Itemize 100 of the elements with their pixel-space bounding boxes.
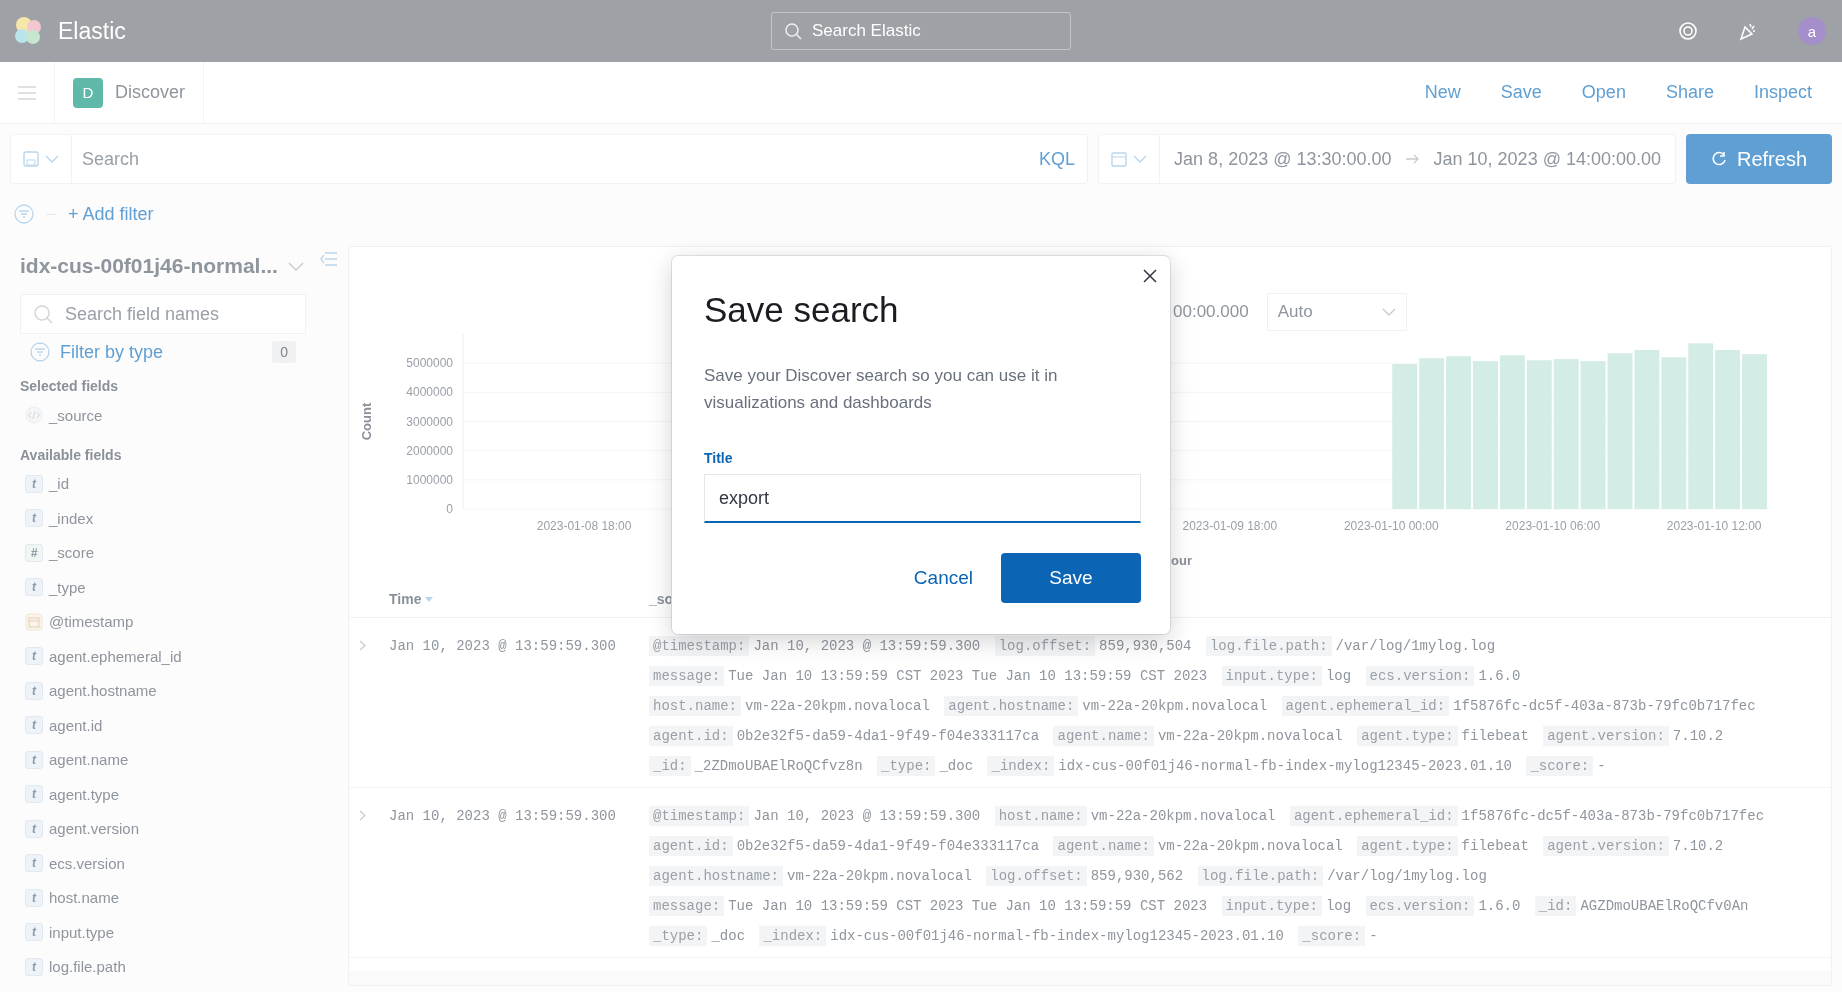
- histogram-bar[interactable]: [1392, 364, 1418, 509]
- field-key: ecs.version:: [1365, 896, 1475, 916]
- y-tick-label: 3000000: [406, 414, 453, 429]
- field-value: /var/log/1mylog.log: [1327, 868, 1487, 884]
- histogram-bar[interactable]: [1580, 361, 1606, 509]
- menu-icon[interactable]: [18, 85, 36, 100]
- caret-icon: [45, 155, 59, 163]
- save-button[interactable]: Save: [1001, 553, 1141, 603]
- field-name[interactable]: agent.type: [49, 785, 120, 803]
- help-icon[interactable]: [1678, 21, 1698, 41]
- calendar-icon: [1111, 151, 1128, 167]
- y-tick-label: 2000000: [406, 443, 453, 458]
- histogram-bar[interactable]: [1446, 356, 1471, 509]
- field-value: _doc: [711, 928, 746, 944]
- field-name[interactable]: _index: [49, 509, 94, 527]
- refresh-button[interactable]: Refresh: [1686, 134, 1832, 184]
- field-name[interactable]: _id: [49, 475, 70, 493]
- histogram-bar[interactable]: [1715, 350, 1741, 509]
- field-type-icon: t: [25, 474, 43, 493]
- end-date[interactable]: Jan 10, 2023 @ 14:00:00.00: [1419, 148, 1675, 170]
- interval-select[interactable]: Auto: [1266, 293, 1407, 331]
- field-label: Title: [704, 450, 734, 466]
- field-name[interactable]: @timestamp: [49, 613, 134, 631]
- histogram-bar[interactable]: [1499, 355, 1525, 509]
- global-search-field[interactable]: Search Elastic: [771, 12, 1071, 50]
- histogram-bar[interactable]: [1419, 358, 1445, 509]
- field-value: filebeat: [1461, 728, 1529, 744]
- histogram-bar[interactable]: [1688, 343, 1714, 509]
- field-value: log: [1325, 898, 1352, 914]
- nav-link[interactable]: Inspect: [1733, 82, 1832, 103]
- field-name[interactable]: agent.version: [49, 820, 140, 838]
- histogram-bar[interactable]: [1661, 357, 1687, 509]
- field-key: host.name:: [649, 696, 741, 716]
- expand-icon[interactable]: [359, 640, 366, 651]
- collapse-icon[interactable]: [320, 252, 338, 266]
- field-name[interactable]: input.type: [49, 923, 115, 941]
- field-value: 859,930,504: [1099, 638, 1192, 654]
- query-input[interactable]: Search: [72, 148, 1028, 170]
- field-name[interactable]: agent.name: [49, 751, 129, 769]
- code-icon: [25, 406, 43, 425]
- time-cell-text: Jan 10, 2023 @ 13:59:59.300: [389, 807, 617, 826]
- field-value: 859,930,562: [1090, 868, 1184, 884]
- field-name[interactable]: _type: [49, 578, 86, 596]
- chevron-down-icon[interactable]: [287, 261, 304, 271]
- field-key: host.name:: [994, 806, 1087, 826]
- field-key: log.offset:: [986, 866, 1087, 886]
- nav-link[interactable]: Save: [1480, 82, 1562, 103]
- field-search-input[interactable]: Search field names: [20, 294, 306, 334]
- field-name[interactable]: agent.hostname: [49, 682, 157, 700]
- histogram-bar[interactable]: [1526, 360, 1552, 509]
- column-header[interactable]: Time: [389, 591, 422, 607]
- newsfeed-icon[interactable]: [1738, 21, 1758, 41]
- filter-by-type-button[interactable]: Filter by type: [60, 341, 164, 363]
- index-pattern-title[interactable]: idx-cus-00f01j46-normal...: [20, 254, 278, 278]
- histogram-bar[interactable]: [1553, 359, 1579, 509]
- field-type-icon: t: [25, 923, 43, 942]
- field-name[interactable]: agent.ephemeral_id: [49, 647, 182, 665]
- field-name[interactable]: host.name: [49, 889, 120, 907]
- nav-link[interactable]: Open: [1561, 82, 1646, 103]
- language-toggle[interactable]: KQL: [1027, 148, 1088, 170]
- field-key: _type:: [649, 926, 708, 946]
- field-value: -: [1597, 758, 1606, 774]
- cancel-button[interactable]: Cancel: [913, 557, 973, 599]
- title-input[interactable]: export: [704, 474, 1141, 523]
- histogram-bar[interactable]: [1742, 354, 1767, 509]
- histogram-bar[interactable]: [1634, 350, 1660, 509]
- nav-link[interactable]: Share: [1645, 82, 1734, 103]
- field-name[interactable]: _source: [49, 406, 103, 424]
- filter-icon[interactable]: [30, 342, 50, 362]
- histogram-bar[interactable]: [1607, 353, 1633, 509]
- field-key: agent.type:: [1357, 726, 1458, 746]
- field-value: 7.10.2: [1672, 728, 1724, 744]
- app-title: Discover: [115, 82, 185, 103]
- start-date[interactable]: Jan 8, 2023 @ 13:30:00.00: [1160, 148, 1406, 170]
- app-badge: D: [73, 77, 103, 108]
- add-filter-link[interactable]: + Add filter: [68, 203, 154, 225]
- histogram-bar[interactable]: [1473, 361, 1498, 509]
- field-name[interactable]: agent.id: [49, 716, 103, 734]
- expand-icon[interactable]: [359, 810, 366, 821]
- close-icon[interactable]: [1142, 268, 1158, 284]
- section-heading: Selected fields: [20, 378, 120, 396]
- field-name[interactable]: _score: [49, 544, 95, 562]
- sort-icon[interactable]: [425, 596, 434, 602]
- field-type-icon: t: [25, 957, 43, 976]
- field-key: _index:: [759, 926, 827, 946]
- field-key: message:: [649, 666, 725, 686]
- filter-icon[interactable]: [14, 204, 34, 224]
- field-key: agent.hostname:: [649, 866, 784, 886]
- field-key: agent.ephemeral_id:: [1281, 696, 1450, 716]
- field-value: Tue Jan 10 13:59:59 CST 2023 Tue Jan 10 13:59:59 CST 2023: [728, 668, 1208, 684]
- logo-icon[interactable]: [12, 15, 44, 47]
- field-type-icon: #: [25, 543, 43, 562]
- field-value: Jan 10, 2023 @ 13:59:59.300: [753, 638, 981, 654]
- field-name[interactable]: log.file.path: [49, 958, 126, 976]
- arrow-icon: [1405, 154, 1420, 164]
- field-name[interactable]: ecs.version: [49, 854, 125, 872]
- field-type-icon: t: [25, 819, 43, 838]
- nav-link[interactable]: New: [1404, 82, 1481, 103]
- field-key: ecs.version:: [1365, 666, 1475, 686]
- user-avatar[interactable]: a: [1798, 17, 1826, 45]
